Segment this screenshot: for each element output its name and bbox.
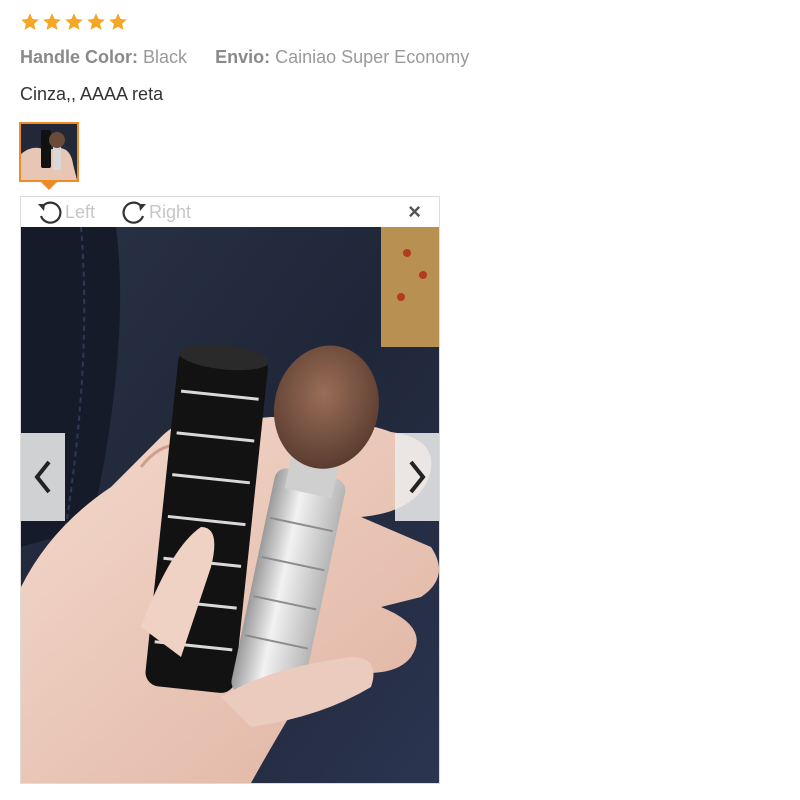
thumbnail-image	[21, 124, 77, 180]
chevron-right-icon	[409, 460, 426, 494]
star-rating	[20, 12, 128, 32]
rotate-right-label: Right	[149, 201, 192, 222]
review-photo	[21, 227, 439, 783]
attribute-key-shipping: Envio:	[215, 47, 271, 67]
review-photo-thumbnail[interactable]	[19, 122, 79, 182]
star-icon	[21, 13, 39, 30]
rotate-left-label: Left	[65, 201, 96, 222]
attribute-key-handle-color: Handle Color:	[20, 47, 139, 67]
attribute-value-handle-color: Black	[143, 47, 188, 67]
attribute-value-shipping: Cainiao Super Economy	[275, 47, 470, 67]
thumbnail-pointer	[41, 182, 57, 190]
rotate-right-icon	[122, 201, 146, 224]
star-icon	[65, 13, 83, 30]
star-icon	[109, 13, 127, 30]
chevron-left-icon	[34, 460, 51, 494]
review-photo-image	[21, 227, 439, 783]
viewer-toolbar: Left Right ×	[21, 197, 439, 227]
close-icon[interactable]: ×	[408, 201, 421, 223]
star-icon	[87, 13, 105, 30]
previous-image-button[interactable]	[21, 433, 65, 521]
image-viewer: Left Right ×	[20, 196, 440, 784]
next-image-button[interactable]	[395, 433, 439, 521]
review-text: Cinza,, AAAA reta	[20, 84, 164, 104]
rotate-right-button[interactable]: Right	[119, 199, 191, 225]
product-attributes: Handle Color: Black Envio: Cainiao Super…	[20, 47, 469, 68]
star-icon	[43, 13, 61, 30]
rotate-left-button[interactable]: Left	[35, 199, 95, 225]
rotate-left-icon	[38, 201, 62, 224]
